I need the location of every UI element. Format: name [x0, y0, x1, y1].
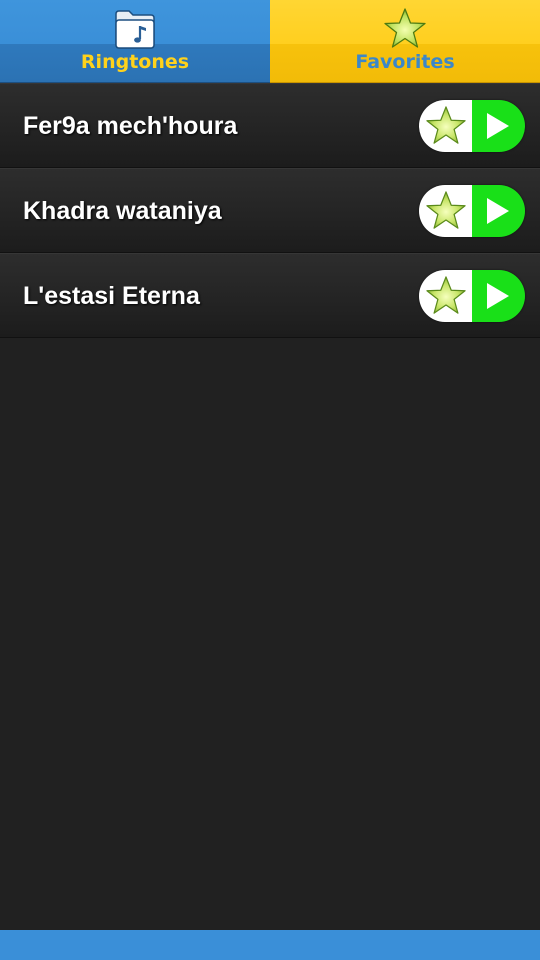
tab-ringtones[interactable]: Ringtones: [0, 0, 270, 83]
bottom-bar: [0, 930, 540, 960]
favorite-button[interactable]: [419, 185, 472, 237]
ringtone-actions: [419, 100, 525, 152]
list-item[interactable]: Fer9a mech'houra: [0, 83, 540, 168]
ringtone-title: Fer9a mech'houra: [23, 112, 238, 140]
play-button[interactable]: [472, 185, 525, 237]
star-icon: [425, 191, 466, 229]
star-icon: [384, 8, 426, 48]
ringtone-title: L'estasi Eterna: [23, 282, 200, 310]
play-icon: [487, 113, 509, 139]
ringtone-title: Khadra wataniya: [23, 197, 222, 225]
list-item[interactable]: L'estasi Eterna: [0, 253, 540, 338]
tab-bar: Ringtones Favorites: [0, 0, 540, 83]
play-button[interactable]: [472, 100, 525, 152]
star-icon: [425, 106, 466, 144]
list-item[interactable]: Khadra wataniya: [0, 168, 540, 253]
tab-favorites[interactable]: Favorites: [270, 0, 540, 83]
ringtone-actions: [419, 185, 525, 237]
tab-favorites-label: Favorites: [355, 51, 455, 73]
play-icon: [487, 283, 509, 309]
star-icon: [425, 276, 466, 314]
favorite-button[interactable]: [419, 100, 472, 152]
folder-music-icon: [115, 10, 155, 49]
ringtone-list: Fer9a mech'houra Khadra wataniya L'estas…: [0, 83, 540, 338]
tab-ringtones-label: Ringtones: [80, 51, 190, 73]
play-button[interactable]: [472, 270, 525, 322]
favorite-button[interactable]: [419, 270, 472, 322]
ringtone-actions: [419, 270, 525, 322]
play-icon: [487, 198, 509, 224]
